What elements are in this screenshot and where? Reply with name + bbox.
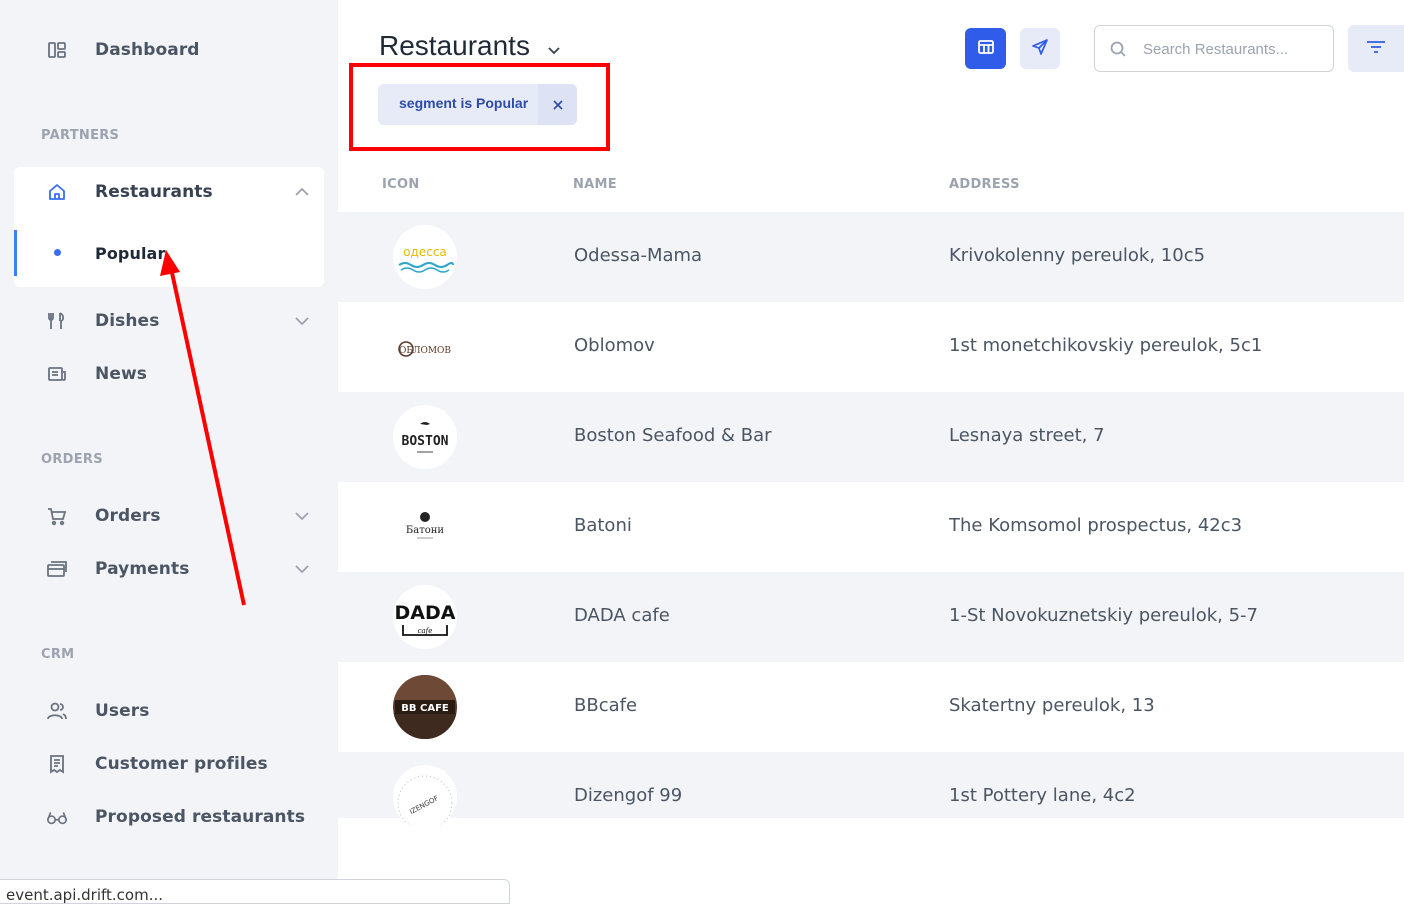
dashboard-icon — [46, 39, 68, 61]
sidebar-item-popular[interactable]: Popular — [14, 227, 324, 279]
table-row[interactable]: BOSTON Boston Seafood & Bar Lesnaya stre… — [338, 392, 1404, 482]
home-icon — [46, 181, 68, 203]
sidebar-item-label: Customer profiles — [95, 754, 268, 774]
sidebar-item-label: Dashboard — [95, 40, 200, 60]
sidebar-item-label: Orders — [95, 506, 161, 526]
cart-icon — [46, 505, 68, 527]
restaurant-address: The Komsomol prospectus, 42c3 — [949, 515, 1243, 536]
sidebar-item-label: Dishes — [95, 311, 160, 331]
sidebar-item-label: Popular — [95, 243, 166, 263]
section-label-crm: CRM — [41, 647, 75, 662]
users-icon — [46, 700, 68, 722]
sidebar-item-customer-profiles[interactable]: Customer profiles — [14, 738, 324, 790]
search-input[interactable] — [1143, 38, 1323, 60]
table-row[interactable]: DADA cafe DADA cafe 1-St Novokuznetskiy … — [338, 572, 1404, 662]
filter-button[interactable] — [1348, 25, 1404, 72]
restaurant-address: Krivokolenny pereulok, 10c5 — [949, 245, 1206, 266]
sidebar-item-label: Proposed restaurants — [95, 807, 306, 827]
restaurant-name: Oblomov — [574, 335, 655, 356]
section-label-partners: PARTNERS — [41, 128, 120, 143]
column-header-address[interactable]: ADDRESS — [949, 177, 1020, 192]
page-title: Restaurants — [379, 30, 530, 61]
annotation-highlight-box — [349, 63, 610, 151]
chevron-down-icon[interactable] — [546, 42, 562, 58]
table-view-button[interactable] — [965, 28, 1006, 69]
logo-text: одесса — [403, 245, 447, 259]
restaurant-logo: DADA cafe — [393, 585, 457, 649]
logo-text: IZENGOF — [408, 794, 440, 816]
search-box[interactable] — [1094, 25, 1334, 72]
table-row[interactable]: IZENGOF Dizengof 99 1st Pottery lane, 4c… — [338, 752, 1404, 829]
chevron-up-icon[interactable] — [294, 184, 310, 200]
restaurant-address: 1st monetchikovskiy pereulok, 5c1 — [949, 335, 1263, 356]
utensils-icon — [46, 310, 68, 332]
logo-text: Батони — [406, 525, 445, 536]
restaurant-address: Lesnaya street, 7 — [949, 425, 1105, 446]
restaurant-address: 1st Pottery lane, 4c2 — [949, 785, 1136, 806]
sidebar: Dashboard PARTNERS Restaurants Popular D… — [0, 0, 338, 904]
news-icon — [46, 363, 68, 385]
restaurant-address: 1-St Novokuznetskiy pereulok, 5-7 — [949, 605, 1259, 626]
search-icon — [1109, 40, 1127, 58]
sidebar-item-payments[interactable]: Payments — [14, 543, 324, 595]
logo-text: ОБЛОМОВ — [399, 346, 451, 356]
table-row[interactable]: одесса Odessa-Mama Krivokolenny pereulok… — [338, 212, 1404, 302]
logo-text: DADA — [395, 602, 456, 624]
restaurant-name: BBcafe — [574, 695, 638, 716]
chevron-down-icon[interactable] — [294, 508, 310, 524]
restaurant-logo: ОБЛОМОВ — [393, 315, 457, 379]
send-icon — [1031, 38, 1049, 60]
table-icon — [977, 38, 995, 60]
section-label-orders: ORDERS — [41, 452, 103, 467]
restaurant-name: DADA cafe — [574, 605, 670, 626]
sidebar-item-users[interactable]: Users — [14, 685, 324, 737]
sidebar-item-label: Restaurants — [95, 182, 213, 202]
logo-text: BOSTON — [402, 434, 449, 449]
sidebar-item-dashboard[interactable]: Dashboard — [14, 24, 324, 76]
restaurant-logo: одесса — [393, 225, 457, 289]
restaurant-logo: BB CAFE — [393, 675, 457, 739]
sidebar-item-dishes[interactable]: Dishes — [14, 295, 324, 347]
main-content: Restaurants segment is Popular ICON NAME… — [338, 0, 1404, 904]
column-header-icon: ICON — [382, 177, 420, 192]
svg-text:cafe: cafe — [418, 627, 433, 635]
wallet-icon — [46, 558, 68, 580]
restaurant-logo: IZENGOF — [393, 765, 457, 829]
restaurant-name: Odessa-Mama — [574, 245, 703, 266]
send-button[interactable] — [1020, 28, 1060, 69]
sidebar-item-orders[interactable]: Orders — [14, 490, 324, 542]
sidebar-item-news[interactable]: News — [14, 348, 324, 400]
table-row[interactable]: Батони Batoni The Komsomol prospectus, 4… — [338, 482, 1404, 572]
restaurant-name: Boston Seafood & Bar — [574, 425, 772, 446]
sidebar-item-label: Payments — [95, 559, 190, 579]
chevron-down-icon[interactable] — [294, 561, 310, 577]
chevron-down-icon[interactable] — [294, 313, 310, 329]
restaurant-logo: BOSTON — [393, 405, 457, 469]
sidebar-item-proposed-restaurants[interactable]: Proposed restaurants — [14, 791, 324, 843]
sidebar-item-label: Users — [95, 701, 150, 721]
filter-icon — [1366, 39, 1386, 59]
restaurant-address: Skatertny pereulok, 13 — [949, 695, 1155, 716]
column-header-name[interactable]: NAME — [573, 177, 617, 192]
table-row[interactable]: BB CAFE BBcafe Skatertny pereulok, 13 — [338, 662, 1404, 752]
sidebar-item-restaurants[interactable]: Restaurants — [14, 166, 324, 218]
restaurant-name: Dizengof 99 — [574, 785, 683, 806]
sidebar-item-label: News — [95, 364, 147, 384]
glasses-icon — [46, 806, 68, 828]
receipt-icon — [46, 753, 68, 775]
restaurant-logo: Батони — [393, 495, 457, 559]
restaurant-name: Batoni — [574, 515, 632, 536]
table-row[interactable]: ОБЛОМОВ Oblomov 1st monetchikovskiy pere… — [338, 302, 1404, 392]
logo-text: BB CAFE — [401, 703, 449, 714]
